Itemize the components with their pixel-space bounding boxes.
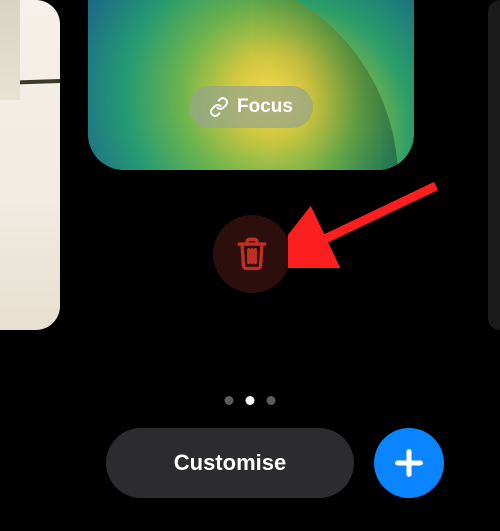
customise-label: Customise — [174, 450, 286, 476]
page-indicator — [225, 396, 276, 405]
page-dot — [225, 396, 234, 405]
wallpaper-preview-current[interactable]: Focus — [88, 0, 414, 170]
page-dot-active — [246, 396, 255, 405]
customise-button[interactable]: Customise — [106, 428, 354, 498]
focus-label: Focus — [237, 96, 293, 118]
wallpaper-preview-prev[interactable] — [0, 0, 60, 330]
delete-wallpaper-button[interactable] — [213, 215, 291, 293]
annotation-arrow — [288, 178, 448, 268]
link-icon — [209, 97, 229, 117]
plus-icon — [392, 446, 426, 480]
focus-button[interactable]: Focus — [189, 86, 313, 128]
page-dot — [267, 396, 276, 405]
wallpaper-preview-next[interactable] — [488, 0, 500, 330]
add-wallpaper-button[interactable] — [374, 428, 444, 498]
trash-icon — [235, 235, 269, 273]
